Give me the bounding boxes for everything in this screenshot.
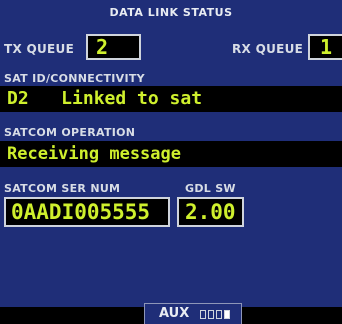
gdl-sw-label: GDL SW <box>185 182 236 195</box>
rx-queue-label: RX QUEUE <box>232 42 304 56</box>
page-indicator-box <box>200 310 206 319</box>
satcom-ser-num-field[interactable]: 0AADI005555 <box>4 197 170 227</box>
page-group-label: AUX <box>159 306 190 321</box>
data-link-status-screen: DATA LINK STATUS TX QUEUE 2 RX QUEUE 1 S… <box>0 0 342 324</box>
satcom-operation-label: SATCOM OPERATION <box>4 126 136 139</box>
sat-id-label: SAT ID/CONNECTIVITY <box>4 72 145 85</box>
tx-queue-field[interactable]: 2 <box>86 34 141 60</box>
gdl-sw-field[interactable]: 2.00 <box>177 197 244 227</box>
satcom-operation-field[interactable]: Receiving message <box>0 141 342 167</box>
tx-queue-label: TX QUEUE <box>4 42 75 56</box>
page-indicator-active <box>224 310 230 319</box>
page-indicator-box <box>208 310 214 319</box>
aux-page-group-tab: AUX <box>144 303 242 324</box>
satcom-ser-num-label: SATCOM SER NUM <box>4 182 121 195</box>
page-indicator <box>200 310 230 319</box>
page-indicator-box <box>216 310 222 319</box>
rx-queue-field[interactable]: 1 <box>308 34 342 60</box>
page-title: DATA LINK STATUS <box>109 6 233 19</box>
sat-id-field[interactable]: D2 Linked to sat <box>0 86 342 112</box>
